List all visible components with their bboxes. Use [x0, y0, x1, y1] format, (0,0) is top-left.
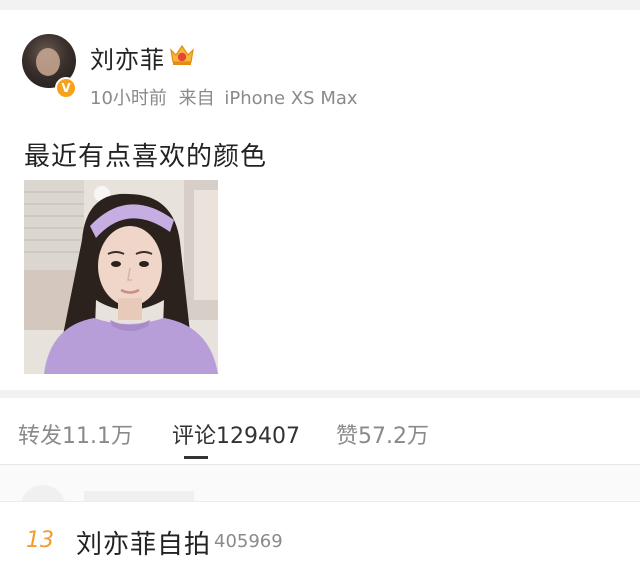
top-divider — [0, 0, 640, 10]
selfie-image — [24, 180, 218, 374]
tab-reposts[interactable]: 转发11.1万 — [18, 418, 133, 450]
hot-search-heat: 405969 — [214, 531, 283, 552]
section-divider — [0, 390, 640, 398]
author-name[interactable]: 刘亦菲 — [90, 40, 165, 75]
post-text: 最近有点喜欢的颜色 — [24, 142, 268, 172]
post-photo[interactable] — [24, 180, 218, 374]
comment-avatar-placeholder — [20, 485, 66, 501]
post-device: iPhone XS Max — [224, 88, 358, 109]
post-time: 10小时前 — [90, 88, 167, 109]
hot-search-rank: 13 — [26, 528, 54, 553]
tab-likes[interactable]: 赞57.2万 — [336, 418, 429, 450]
post-source-prefix: 来自 — [178, 88, 215, 109]
comment-text-placeholder — [84, 491, 194, 501]
post-meta: 10小时前 来自 iPhone XS Max — [90, 84, 364, 110]
vip-crown-icon[interactable] — [168, 42, 196, 68]
active-tab-indicator — [184, 456, 208, 459]
avatar-face — [36, 48, 60, 76]
verified-icon: V — [55, 77, 77, 99]
comment-list-preview — [0, 465, 640, 501]
weibo-post: V 刘亦菲 10小时前 来自 iPhone XS Max 最近有点喜欢的颜色 — [0, 10, 640, 390]
hot-search-item[interactable]: 13 刘亦菲自拍 405969 — [0, 501, 640, 588]
hot-search-topic: 刘亦菲自拍 — [76, 530, 212, 560]
post-tabs: 转发11.1万 评论129407 赞57.2万 — [0, 398, 640, 464]
tab-comments[interactable]: 评论129407 — [172, 418, 300, 450]
